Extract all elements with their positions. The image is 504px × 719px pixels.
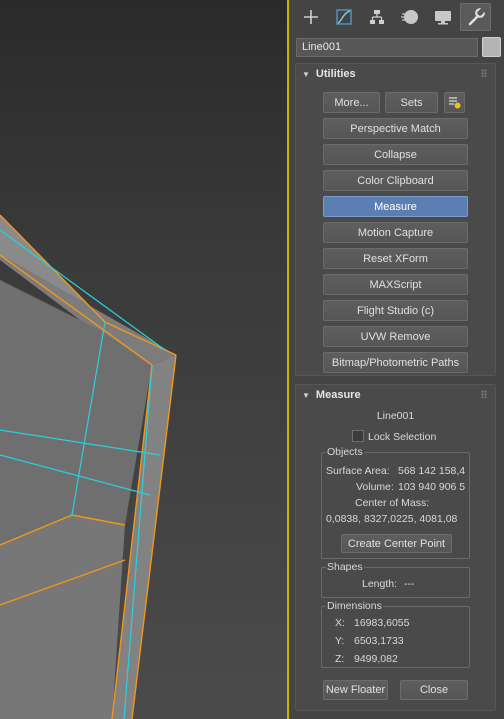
measured-object-name: Line001 <box>376 410 415 422</box>
utility-button-bitmap-photometric-paths[interactable]: Bitmap/Photometric Paths <box>323 352 468 373</box>
utility-button-maxscript[interactable]: MAXScript <box>323 274 468 295</box>
utility-button-collapse[interactable]: Collapse <box>323 144 468 165</box>
display-monitor-icon <box>434 11 451 25</box>
objects-group-title: Objects <box>326 446 364 458</box>
lock-selection-label: Lock Selection <box>368 431 437 443</box>
object-name-field[interactable]: Line001 <box>296 38 478 57</box>
viewport[interactable] <box>0 0 288 719</box>
dimension-y-label: Y: <box>335 635 345 647</box>
utility-button-motion-capture[interactable]: Motion Capture <box>323 222 468 243</box>
dimension-x-label: X: <box>335 617 345 629</box>
collapse-arrow-icon: ▼ <box>302 390 310 400</box>
configure-sets-button[interactable] <box>444 92 465 113</box>
command-panel: Line001 ▼ Utilities More... Sets Perspec… <box>289 0 504 719</box>
more-button[interactable]: More... <box>323 92 380 113</box>
length-value: --- <box>404 578 415 590</box>
objects-group: Objects Surface Area: 568 142 158,4 Volu… <box>321 446 470 559</box>
drag-grip-icon[interactable] <box>481 69 487 77</box>
dimensions-group-title: Dimensions <box>326 600 383 612</box>
utility-button-perspective-match[interactable]: Perspective Match <box>323 118 468 139</box>
tab-modify[interactable] <box>328 3 359 31</box>
utilities-wrench-icon <box>468 7 486 26</box>
hierarchy-icon <box>369 10 384 24</box>
tab-utilities[interactable] <box>460 3 491 31</box>
lower-face <box>0 515 125 719</box>
create-center-point-button[interactable]: Create Center Point <box>341 534 452 553</box>
surface-area-label: Surface Area: <box>326 465 390 477</box>
dimension-y-value: 6503,1733 <box>354 635 404 647</box>
surface-area-value: 568 142 158,4 <box>398 465 466 477</box>
dimensions-group: Dimensions X: 16983,6055 Y: 6503,1733 Z:… <box>321 600 470 668</box>
utility-button-uvw-remove[interactable]: UVW Remove <box>323 326 468 347</box>
collapse-arrow-icon: ▼ <box>302 69 310 79</box>
tab-hierarchy[interactable] <box>361 3 392 31</box>
measure-rollout-title: Measure <box>315 389 361 401</box>
lock-selection-checkbox[interactable] <box>352 430 364 442</box>
viewport-geometry <box>0 0 288 719</box>
utilities-rollout-title: Utilities <box>315 68 356 80</box>
configure-list-icon <box>449 97 461 109</box>
tab-display[interactable] <box>427 3 458 31</box>
utility-button-flight-studio-c[interactable]: Flight Studio (c) <box>323 300 468 321</box>
shapes-group-title: Shapes <box>326 561 364 573</box>
new-floater-button[interactable]: New Floater <box>323 680 388 700</box>
motion-sphere-icon <box>400 10 418 24</box>
close-button[interactable]: Close <box>400 680 468 700</box>
measure-rollout-header[interactable]: ▼ Measure <box>296 385 495 405</box>
tab-create[interactable] <box>295 3 326 31</box>
dimension-z-label: Z: <box>335 653 345 665</box>
volume-label: Volume: <box>356 481 394 493</box>
utility-button-reset-xform[interactable]: Reset XForm <box>323 248 468 269</box>
length-label: Length: <box>362 578 398 590</box>
utilities-rollout-header[interactable]: ▼ Utilities <box>296 64 495 84</box>
modify-curve-icon <box>335 9 352 25</box>
sets-button[interactable]: Sets <box>385 92 438 113</box>
dimension-z-value: 9499,082 <box>354 653 398 665</box>
tab-motion[interactable] <box>394 3 425 31</box>
drag-grip-icon[interactable] <box>481 390 487 398</box>
dimension-x-value: 16983,6055 <box>354 617 410 629</box>
volume-value: 103 940 906 5 <box>398 481 466 493</box>
measure-rollout: ▼ Measure Line001 Lock Selection Objects… <box>295 384 496 711</box>
utilities-rollout: ▼ Utilities More... Sets Perspective Mat… <box>295 63 496 376</box>
command-panel-tabs <box>295 3 500 33</box>
object-color-swatch[interactable] <box>482 37 501 57</box>
utility-button-measure[interactable]: Measure <box>323 196 468 217</box>
center-of-mass-label: Center of Mass: <box>355 497 430 509</box>
plus-create-icon <box>303 10 318 24</box>
shapes-group: Shapes Length: --- <box>321 561 470 598</box>
center-of-mass-value: 0,0838, 8327,0225, 4081,08 <box>326 513 458 525</box>
app-window: Line001 ▼ Utilities More... Sets Perspec… <box>0 0 504 719</box>
utility-button-color-clipboard[interactable]: Color Clipboard <box>323 170 468 191</box>
